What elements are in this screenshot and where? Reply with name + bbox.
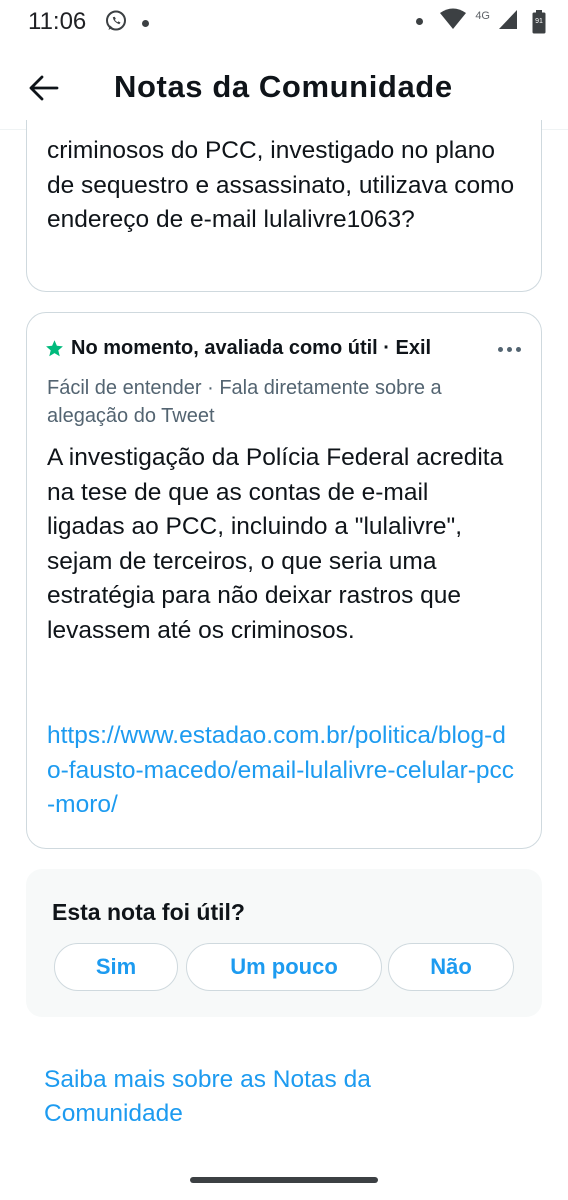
app-header: Notas da Comunidade [0,44,568,130]
tweet-text: criminosos do PCC, investigado no plano … [47,137,515,233]
rating-panel: Esta nota foi útil? Sim Um pouco Não [26,869,542,1017]
wifi-icon [439,8,467,35]
page-title: Notas da Comunidade [114,69,453,104]
note-tags: Fácil de entender · Fala diretamente sob… [47,377,442,427]
learn-more-link[interactable]: Saiba mais sobre as Notas da Comunidade [44,1063,464,1131]
rate-yes-button[interactable]: Sim [54,943,178,991]
home-indicator[interactable] [190,1177,378,1183]
more-options-button[interactable] [498,337,521,361]
notification-dot-icon [416,18,424,25]
rate-somewhat-button[interactable]: Um pouco [186,943,382,991]
more-dot-icon [498,346,503,352]
more-dot-icon [516,346,521,352]
arrow-left-icon [29,75,59,101]
status-notifications [104,9,149,38]
note-status-row: No momento, avaliada como útil · Exil [45,337,481,360]
star-icon [45,339,64,358]
notification-dot-icon [142,20,149,27]
network-type-label: 4G [475,9,490,22]
note-source-link[interactable]: https://www.estadao.com.br/politica/blog… [47,719,517,823]
community-note-card: No momento, avaliada como útil · Exil Fá… [26,312,542,849]
whatsapp-icon [104,9,128,38]
more-dot-icon [507,346,512,352]
battery-icon: 91 [532,9,546,34]
note-body: A investigação da Polícia Federal acredi… [47,444,504,644]
note-shown-label: · Exil [383,337,432,359]
cell-signal-icon [498,8,518,35]
status-bar: 11:06 4G 91 [0,0,568,44]
battery-level: 91 [535,17,543,25]
rate-no-button[interactable]: Não [388,943,514,991]
rating-question: Esta nota foi útil? [52,899,245,925]
status-system-icons: 4G 91 [416,8,546,35]
status-time: 11:06 [28,8,87,35]
note-status: No momento, avaliada como útil [71,337,378,359]
tweet-card: criminosos do PCC, investigado no plano … [26,120,542,292]
back-button[interactable] [22,66,66,110]
